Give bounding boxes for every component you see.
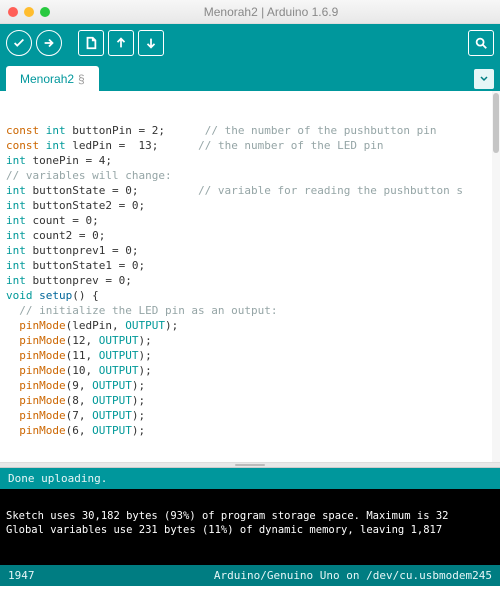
upload-button[interactable] [36, 30, 62, 56]
code-line: int buttonprev1 = 0; [6, 243, 494, 258]
code-line: // variables will change: [6, 168, 494, 183]
code-line: pinMode(7, OUTPUT); [6, 408, 494, 423]
maximize-icon[interactable] [40, 7, 50, 17]
serial-monitor-button[interactable] [468, 30, 494, 56]
titlebar: Menorah2 | Arduino 1.6.9 [0, 0, 500, 24]
tab-bar: Menorah2 § [0, 62, 500, 91]
code-line: int count2 = 0; [6, 228, 494, 243]
console-line: Global variables use 231 bytes (11%) of … [6, 523, 494, 537]
code-line: const int ledPin = 13; // the number of … [6, 138, 494, 153]
code-line: // initialize the LED pin as an output: [6, 303, 494, 318]
toolbar [0, 24, 500, 62]
code-line: pinMode(12, OUTPUT); [6, 333, 494, 348]
code-line: void setup() { [6, 288, 494, 303]
board-info: Arduino/Genuino Uno on /dev/cu.usbmodem2… [214, 569, 492, 582]
console-line: Sketch uses 30,182 bytes (93%) of progra… [6, 509, 494, 523]
code-line: pinMode(6, OUTPUT); [6, 423, 494, 438]
editor-scrollbar[interactable] [492, 91, 500, 462]
code-line: pinMode(ledPin, OUTPUT); [6, 318, 494, 333]
code-line: int count = 0; [6, 213, 494, 228]
code-line: int buttonState2 = 0; [6, 198, 494, 213]
tab-modified-indicator: § [78, 72, 85, 86]
code-editor[interactable]: const int buttonPin = 2; // the number o… [0, 91, 500, 462]
minimize-icon[interactable] [24, 7, 34, 17]
footer-bar: 1947 Arduino/Genuino Uno on /dev/cu.usbm… [0, 565, 500, 586]
verify-button[interactable] [6, 30, 32, 56]
code-line: pinMode(9, OUTPUT); [6, 378, 494, 393]
line-number: 1947 [8, 569, 35, 582]
tab-sketch[interactable]: Menorah2 § [6, 66, 99, 91]
status-message: Done uploading. [8, 472, 107, 485]
status-bar: Done uploading. [0, 468, 500, 489]
code-line: const int buttonPin = 2; // the number o… [6, 123, 494, 138]
save-button[interactable] [138, 30, 164, 56]
window-controls [8, 7, 50, 17]
new-button[interactable] [78, 30, 104, 56]
code-line: int buttonprev = 0; [6, 273, 494, 288]
window-title: Menorah2 | Arduino 1.6.9 [50, 5, 492, 19]
close-icon[interactable] [8, 7, 18, 17]
code-line: int buttonState = 0; // variable for rea… [6, 183, 494, 198]
tab-menu-button[interactable] [474, 69, 494, 89]
tab-label: Menorah2 [20, 72, 74, 86]
code-line: pinMode(11, OUTPUT); [6, 348, 494, 363]
console-output[interactable]: Sketch uses 30,182 bytes (93%) of progra… [0, 489, 500, 565]
code-line: int buttonState1 = 0; [6, 258, 494, 273]
code-line: pinMode(8, OUTPUT); [6, 393, 494, 408]
code-line: int tonePin = 4; [6, 153, 494, 168]
code-line: pinMode(10, OUTPUT); [6, 363, 494, 378]
open-button[interactable] [108, 30, 134, 56]
